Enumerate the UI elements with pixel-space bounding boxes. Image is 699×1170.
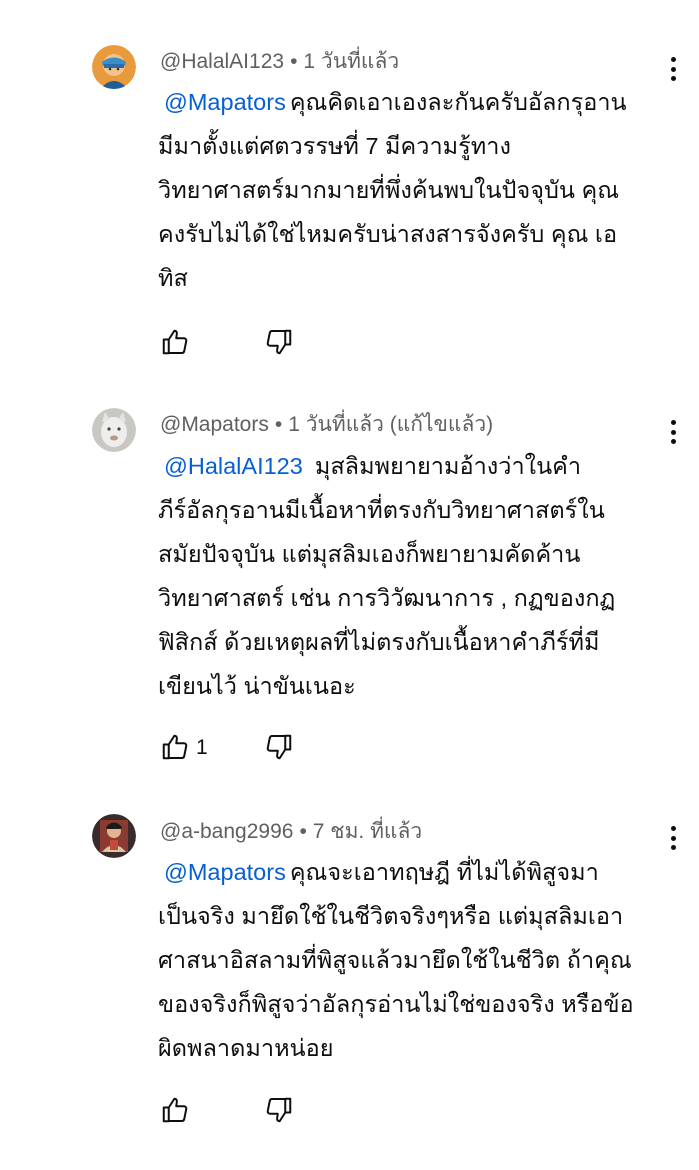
meta-separator: • <box>290 50 298 73</box>
comment-line: วิทยาศาสตร์มากมายที่พึ่งค้นพบในปัจจุบัน … <box>158 177 620 203</box>
comment-author[interactable]: @Mapators <box>160 413 269 436</box>
thumb-down-icon[interactable] <box>264 327 294 357</box>
comment-line: เป็นจริง มายึดใช้ในชีวิตจริงๆหรือ แต่มุส… <box>158 903 624 929</box>
comment-time[interactable]: 1 วันที่แล้ว (แก้ไขแล้ว) <box>288 413 493 436</box>
comment-line: ทิส <box>158 265 188 291</box>
avatar[interactable] <box>92 408 136 452</box>
like-count: 1 <box>196 736 208 759</box>
mention-link[interactable]: @Mapators <box>164 89 286 115</box>
more-vert-icon[interactable] <box>666 824 680 852</box>
comment-line: เขียนไว้ น่าขันเนอะ <box>158 673 356 699</box>
comment-time[interactable]: 7 ชม. ที่แล้ว <box>313 820 422 843</box>
comment-line: คุณคิดเอาเองละกันครับอัลกรุอาน <box>289 89 627 115</box>
meta-separator: • <box>274 413 283 436</box>
comment-line: ภีร์อัลกุรอานมีเนื้อหาที่ตรงกับวิทยาศาสต… <box>158 497 605 523</box>
comment-line: สมัยปัจจุบัน แต่มุสลิมเองก็พยายามคัดค้าน <box>158 541 581 567</box>
mention-link[interactable]: @HalalAI123 <box>164 453 303 479</box>
avatar[interactable] <box>92 45 136 89</box>
meta-separator: • <box>299 820 307 843</box>
comment-body: @HalalAI123 มุสลิมพยายามอ้างว่าในคำ ภีร์อ… <box>158 444 678 708</box>
comment-line: ของจริงก็พิสูจว่าอัลกุรอ่านไม่ใช่ของจริง… <box>158 991 634 1017</box>
comment-line: ผิดพลาดมาหน่อย <box>158 1035 334 1061</box>
comment-meta: @Mapators • 1 วันที่แล้ว (แก้ไขแล้ว) <box>160 411 493 439</box>
avatar[interactable] <box>92 814 136 858</box>
thumb-up-icon[interactable] <box>160 1095 190 1125</box>
comment-line: ศาสนาอิสลามที่พิสูจแล้วมายึดใช้ในชีวิต ถ… <box>158 947 632 973</box>
comment-line: มีมาตั้งแต่ศตวรรษที่ 7 มีความรู้ทาง <box>158 133 511 159</box>
more-vert-icon[interactable] <box>666 418 680 446</box>
comment-line: ฟิสิกส์ ด้วยเหตุผลที่ไม่ตรงกับเนื้อหาคำภ… <box>158 629 600 655</box>
comment-meta: @HalalAI123 • 1 วันที่แล้ว <box>160 48 399 76</box>
comment-body: @Mapators คุณจะเอาทฤษฎี ที่ไม่ได้พิสูจมา … <box>158 850 678 1070</box>
thumb-up-icon[interactable] <box>160 732 190 762</box>
thumb-up-icon[interactable] <box>160 327 190 357</box>
mention-link[interactable]: @Mapators <box>164 859 286 885</box>
comment-author[interactable]: @HalalAI123 <box>160 50 284 73</box>
comment-line: คุณจะเอาทฤษฎี ที่ไม่ได้พิสูจมา <box>289 859 599 885</box>
comment-line: คงรับไม่ได้ใช่ไหมครับน่าสงสารจังครับ คุณ… <box>158 221 618 247</box>
comment-line: มุสลิมพยายามอ้างว่าในคำ <box>314 453 582 479</box>
more-vert-icon[interactable] <box>666 55 680 83</box>
comment-time[interactable]: 1 วันที่แล้ว <box>303 50 399 73</box>
thumb-down-icon[interactable] <box>264 732 294 762</box>
comment-line: วิทยาศาสตร์ เช่น การวิวัฒนาการ , กฏของกฏ <box>158 585 616 611</box>
comment-meta: @a-bang2996 • 7 ชม. ที่แล้ว <box>160 818 422 846</box>
thumb-down-icon[interactable] <box>264 1095 294 1125</box>
comment-author[interactable]: @a-bang2996 <box>160 820 293 843</box>
comment-body: @Mapators คุณคิดเอาเองละกันครับอัลกรุอาน … <box>158 80 678 300</box>
